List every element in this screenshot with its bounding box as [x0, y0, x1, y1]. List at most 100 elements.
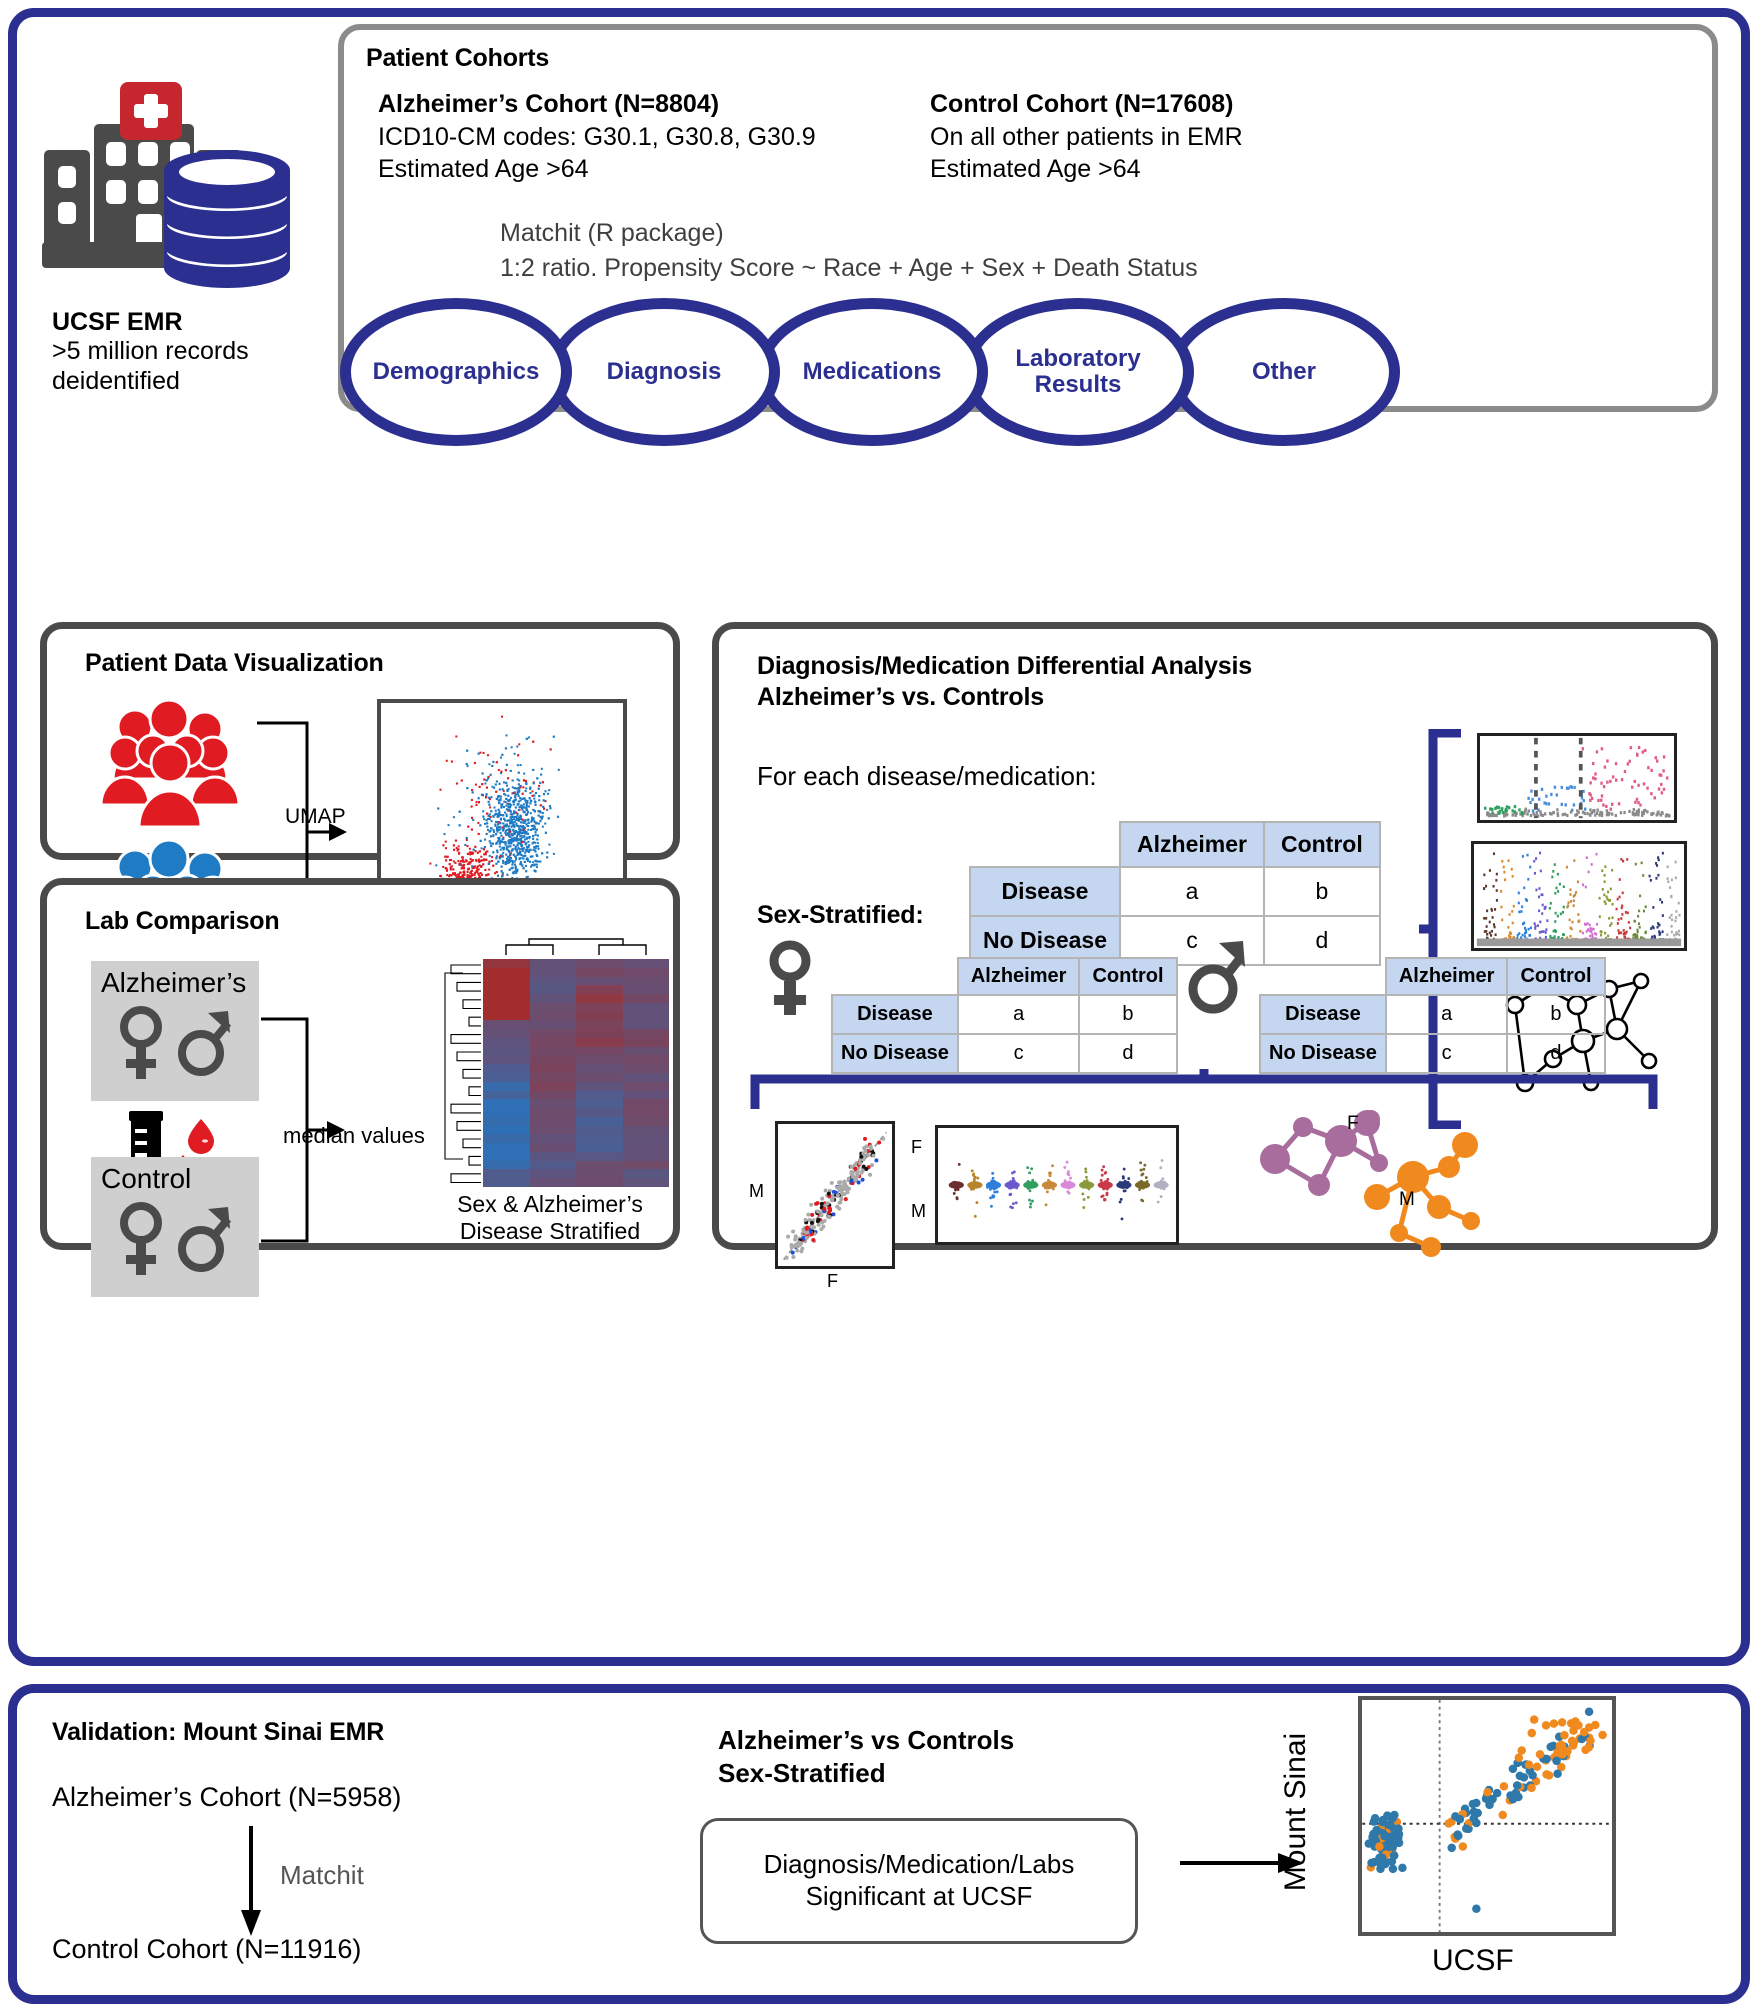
heatmap-column-dendrogram [505, 938, 647, 955]
validation-alzheimers-cohort: Alzheimer’s Cohort (N=5958) [52, 1782, 402, 1812]
table-header-alzheimer: Alzheimer [1384, 957, 1509, 996]
heatmap-cell [529, 1029, 576, 1038]
heatmap-cell [576, 1011, 623, 1021]
validation-scatter-xlabel: UCSF [1432, 1944, 1514, 1977]
heatmap-cell [622, 1134, 669, 1144]
heatmap-cell [529, 976, 576, 986]
heatmap-cell [576, 1055, 623, 1065]
heatmap-cell [483, 1037, 530, 1047]
validation-box-line1: Diagnosis/Medication/Labs [763, 1849, 1075, 1880]
lab-group-control: Control [91, 1157, 259, 1297]
heatmap-cell [622, 1029, 669, 1038]
patient-data-visualization-title: Patient Data Visualization [85, 649, 384, 677]
sex-strip-plot [935, 1125, 1179, 1245]
patient-cohorts-title: Patient Cohorts [366, 44, 550, 72]
control-cohort-heading: Control Cohort (N=17608) [930, 90, 1234, 118]
heatmap-cell [483, 1081, 530, 1091]
hospital-database-icon [42, 82, 290, 288]
table-header-control: Control [1506, 957, 1606, 996]
female-sex-icon [120, 1202, 162, 1275]
heatmap-caption: Sex & Alzheimer’s Disease Stratified [419, 1191, 681, 1245]
heatmap-col [576, 959, 623, 1187]
heatmap-cell [483, 959, 530, 968]
heatmap-cell [483, 1020, 530, 1030]
table-header-control: Control [1262, 821, 1381, 868]
heatmap-cell [483, 1116, 530, 1126]
data-domain-medications[interactable]: Medications [756, 298, 988, 446]
heatmap-cell [576, 1143, 623, 1152]
lab-group-alzheimers: Alzheimer’s [91, 961, 259, 1101]
heatmap-cell [529, 1169, 576, 1179]
data-domain-demographics[interactable]: Demographics [340, 298, 572, 446]
table-corner-cell [832, 958, 958, 995]
control-cohort-block: Control Cohort (N=17608) On all other pa… [930, 88, 1410, 186]
heatmap-cell [483, 1143, 530, 1152]
data-domain-chain: Demographics Diagnosis Medications Labor… [340, 298, 1712, 446]
heatmap-cell [529, 1090, 576, 1100]
sex-concordance-scatter [775, 1121, 895, 1269]
table-header-alzheimer: Alzheimer [956, 957, 1081, 996]
male-sex-icon [1188, 941, 1245, 1014]
heatmap-cell [483, 1029, 530, 1038]
table-cell-c: c [956, 1033, 1081, 1074]
heatmap-cells [483, 959, 669, 1187]
table-rowhead-no-disease: No Disease [1259, 1033, 1387, 1074]
heatmap-cell [483, 1151, 530, 1161]
heatmap-cell [576, 976, 623, 986]
heatmap-cell [483, 1169, 530, 1179]
network-label-male: M [1399, 1189, 1415, 1210]
heatmap-cell [576, 1046, 623, 1056]
sex-network-graph: F M [1260, 1110, 1480, 1257]
volcano-plot [1477, 733, 1677, 823]
heatmap-cell [576, 1169, 623, 1179]
table-cell-b: b [1506, 994, 1606, 1035]
male-sex-icon [178, 1207, 232, 1272]
alzheimers-cohort-codes: ICD10-CM codes: G30.1, G30.8, G30.9 [378, 122, 816, 151]
heatmap-cell [529, 1151, 576, 1161]
heatmap-cell [622, 1090, 669, 1100]
heatmap-cell [622, 1108, 669, 1117]
data-domain-diagnosis[interactable]: Diagnosis [548, 298, 780, 446]
heatmap-cell [622, 976, 669, 986]
heatmap-cell [529, 1160, 576, 1170]
female-sex-icon [120, 1006, 162, 1079]
heatmap-cell [529, 1143, 576, 1152]
heatmap-cell [529, 985, 576, 995]
data-domain-other[interactable]: Other [1168, 298, 1400, 446]
validation-scatter-plot [1358, 1696, 1616, 1936]
heatmap-cell [483, 1178, 530, 1187]
heatmap-cell [576, 1099, 623, 1109]
heatmap-cell [483, 1055, 530, 1065]
umap-arrow-label: UMAP [285, 805, 346, 828]
table-cell-b: b [1078, 994, 1178, 1035]
heatmap-cell [622, 1064, 669, 1073]
lab-group-alzheimers-label: Alzheimer’s [101, 967, 247, 998]
heatmap-col [622, 959, 669, 1187]
heatmap-cell [529, 959, 576, 968]
heatmap-cell [622, 985, 669, 995]
data-domain-laboratory-results[interactable]: Laboratory Results [962, 298, 1194, 446]
heatmap-row-dendrogram [444, 964, 481, 1184]
heatmap-cell [622, 1020, 669, 1030]
validation-mid-title: Alzheimer’s vs Controls Sex-Stratified [718, 1724, 1014, 1789]
heatmap-cell [529, 1081, 576, 1091]
matching-formula: 1:2 ratio. Propensity Score ~ Race + Age… [500, 253, 1198, 282]
heatmap-cell [483, 1064, 530, 1073]
validation-significant-box: Diagnosis/Medication/Labs Significant at… [700, 1818, 1138, 1944]
heatmap-cell [483, 1090, 530, 1100]
female-sex-icon [769, 940, 811, 1015]
heatmap-cell [576, 1108, 623, 1117]
lab-comparison-title: Lab Comparison [85, 907, 280, 935]
heatmap-cell [483, 1099, 530, 1109]
median-values-label: median values [283, 1123, 425, 1148]
validation-scatter-ylabel: Mount Sinai [1279, 1732, 1312, 1892]
heatmap-cell [622, 1081, 669, 1091]
heatmap-cell [483, 1046, 530, 1056]
heatmap-cell [576, 1029, 623, 1038]
table-rowhead-disease: Disease [1259, 994, 1387, 1035]
matching-note: Matchit (R package) 1:2 ratio. Propensit… [500, 216, 1198, 285]
heatmap-cell [576, 985, 623, 995]
emr-source-title: UCSF EMR [52, 308, 183, 336]
manhattan-plot [1471, 841, 1687, 951]
heatmap-cell [576, 1134, 623, 1144]
